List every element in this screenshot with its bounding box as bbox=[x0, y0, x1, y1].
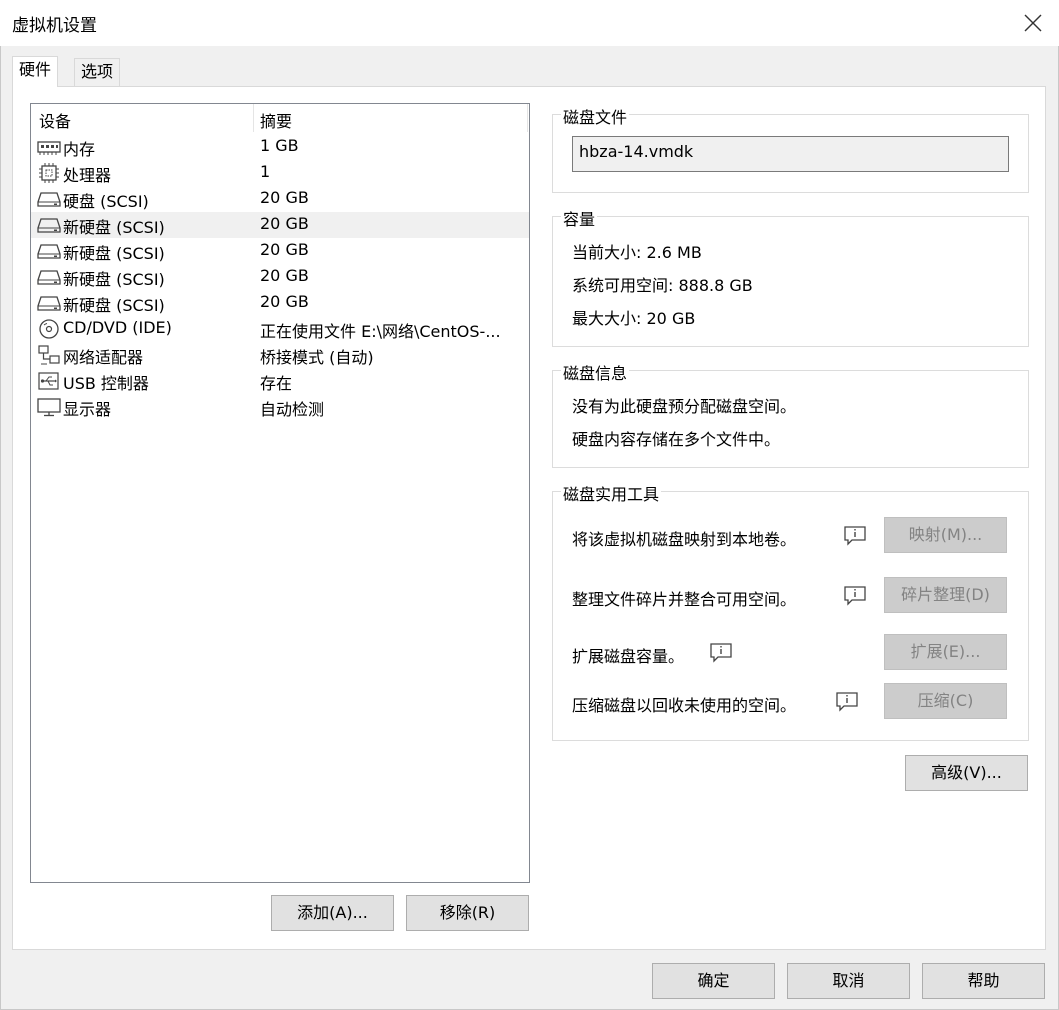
device-row-hard-disk[interactable]: 硬盘 (SCSI) 20 GB bbox=[31, 186, 529, 212]
defragment-label: 整理文件碎片并整合可用空间。 bbox=[572, 590, 797, 609]
info-tooltip-icon[interactable] bbox=[709, 642, 733, 664]
device-name: 新硬盘 (SCSI) bbox=[63, 244, 165, 263]
map-button[interactable]: 映射(M)... bbox=[884, 517, 1007, 553]
device-name: 硬盘 (SCSI) bbox=[63, 192, 149, 211]
processor-icon bbox=[39, 163, 59, 183]
device-name: 新硬盘 (SCSI) bbox=[63, 296, 165, 315]
memory-icon bbox=[37, 141, 61, 155]
column-separator[interactable] bbox=[527, 104, 528, 132]
hard-disk-icon bbox=[37, 270, 61, 285]
device-name: 新硬盘 (SCSI) bbox=[63, 270, 165, 289]
current-size-value: 2.6 MB bbox=[646, 243, 702, 262]
disk-file-legend: 磁盘文件 bbox=[561, 104, 630, 128]
column-separator[interactable] bbox=[253, 104, 254, 132]
device-name: 内存 bbox=[63, 140, 96, 159]
info-tooltip-icon[interactable] bbox=[835, 691, 859, 713]
ok-button[interactable]: 确定 bbox=[652, 963, 775, 999]
device-row-processor[interactable]: 处理器 1 bbox=[31, 160, 529, 186]
device-summary: 20 GB bbox=[260, 266, 309, 285]
disk-info-legend: 磁盘信息 bbox=[561, 360, 630, 384]
device-name: 新硬盘 (SCSI) bbox=[63, 218, 165, 237]
free-space-value: 888.8 GB bbox=[678, 276, 753, 295]
device-summary: 存在 bbox=[260, 374, 293, 393]
device-row-new-hard-disk[interactable]: 新硬盘 (SCSI) 20 GB bbox=[31, 212, 529, 238]
max-size-value: 20 GB bbox=[646, 309, 696, 328]
capacity-legend: 容量 bbox=[561, 206, 598, 230]
compact-button[interactable]: 压缩(C) bbox=[884, 683, 1007, 719]
compact-label: 压缩磁盘以回收未使用的空间。 bbox=[572, 696, 797, 715]
title-bar: 虚拟机设置 bbox=[0, 0, 1059, 46]
map-disk-label: 将该虚拟机磁盘映射到本地卷。 bbox=[572, 530, 797, 549]
expand-label: 扩展磁盘容量。 bbox=[572, 647, 685, 666]
device-name: CD/DVD (IDE) bbox=[63, 318, 172, 337]
free-space-label: 系统可用空间: bbox=[572, 276, 674, 295]
disk-info-line: 硬盘内容存储在多个文件中。 bbox=[572, 430, 781, 449]
device-row-cd-dvd[interactable]: CD/DVD (IDE) 正在使用文件 E:\网络\CentOS-... bbox=[31, 316, 529, 342]
cancel-button[interactable]: 取消 bbox=[787, 963, 910, 999]
cd-dvd-icon bbox=[39, 319, 59, 339]
expand-button[interactable]: 扩展(E)... bbox=[884, 634, 1007, 670]
device-summary: 20 GB bbox=[260, 240, 309, 259]
network-adapter-icon bbox=[38, 345, 60, 365]
free-space-line: 系统可用空间: 888.8 GB bbox=[572, 272, 753, 296]
current-size-label: 当前大小: bbox=[572, 243, 642, 262]
device-summary: 1 bbox=[260, 162, 271, 181]
hard-disk-icon bbox=[37, 244, 61, 259]
device-list-header: 设备 摘要 bbox=[31, 104, 529, 132]
monitor-icon bbox=[37, 398, 61, 417]
device-summary: 20 GB bbox=[260, 214, 309, 233]
tab-hardware[interactable]: 硬件 bbox=[12, 56, 59, 87]
disk-utilities-group: 磁盘实用工具 将该虚拟机磁盘映射到本地卷。 映射(M)... 整理文件碎片并整合… bbox=[552, 481, 1029, 741]
current-size-line: 当前大小: 2.6 MB bbox=[572, 239, 702, 263]
disk-utilities-legend: 磁盘实用工具 bbox=[561, 481, 662, 505]
device-row-display[interactable]: 显示器 自动检测 bbox=[31, 394, 529, 420]
device-row-usb-controller[interactable]: USB 控制器 存在 bbox=[31, 368, 529, 394]
device-row-new-hard-disk[interactable]: 新硬盘 (SCSI) 20 GB bbox=[31, 264, 529, 290]
device-summary: 1 GB bbox=[260, 136, 299, 155]
device-summary: 正在使用文件 E:\网络\CentOS-... bbox=[260, 322, 501, 341]
disk-info-group: 磁盘信息 没有为此硬盘预分配磁盘空间。 硬盘内容存储在多个文件中。 bbox=[552, 360, 1029, 468]
max-size-label: 最大大小: bbox=[572, 309, 642, 328]
disk-file-field[interactable]: hbza-14.vmdk bbox=[572, 136, 1009, 172]
hard-disk-icon bbox=[37, 218, 61, 233]
device-row-network-adapter[interactable]: 网络适配器 桥接模式 (自动) bbox=[31, 342, 529, 368]
defragment-button[interactable]: 碎片整理(D) bbox=[884, 577, 1007, 613]
device-row-new-hard-disk[interactable]: 新硬盘 (SCSI) 20 GB bbox=[31, 290, 529, 316]
add-button[interactable]: 添加(A)... bbox=[271, 895, 394, 931]
max-size-line: 最大大小: 20 GB bbox=[572, 305, 695, 329]
device-list[interactable]: 设备 摘要 内存 1 GB 处理器 1 硬盘 (SCSI) 20 GB 新硬盘 … bbox=[30, 103, 530, 883]
device-summary: 20 GB bbox=[260, 292, 309, 311]
disk-file-group: 磁盘文件 hbza-14.vmdk bbox=[552, 104, 1029, 193]
info-tooltip-icon[interactable] bbox=[843, 525, 867, 547]
help-button[interactable]: 帮助 bbox=[922, 963, 1045, 999]
device-row-new-hard-disk[interactable]: 新硬盘 (SCSI) 20 GB bbox=[31, 238, 529, 264]
hard-disk-icon bbox=[37, 296, 61, 311]
hard-disk-icon bbox=[37, 192, 61, 207]
device-name: USB 控制器 bbox=[63, 374, 149, 393]
tab-options[interactable]: 选项 bbox=[74, 58, 121, 86]
close-button[interactable] bbox=[1018, 8, 1048, 38]
device-name: 显示器 bbox=[63, 400, 112, 419]
disk-info-line: 没有为此硬盘预分配磁盘空间。 bbox=[572, 397, 797, 416]
device-name: 处理器 bbox=[63, 166, 112, 185]
device-summary: 自动检测 bbox=[260, 400, 325, 419]
device-summary: 桥接模式 (自动) bbox=[260, 348, 374, 367]
close-icon bbox=[1024, 14, 1042, 32]
device-name: 网络适配器 bbox=[63, 348, 144, 367]
column-header-summary[interactable]: 摘要 bbox=[260, 108, 292, 132]
capacity-group: 容量 当前大小: 2.6 MB 系统可用空间: 888.8 GB 最大大小: 2… bbox=[552, 206, 1029, 347]
window-title: 虚拟机设置 bbox=[12, 16, 97, 36]
info-tooltip-icon[interactable] bbox=[843, 585, 867, 607]
remove-button[interactable]: 移除(R) bbox=[406, 895, 529, 931]
advanced-button[interactable]: 高级(V)... bbox=[905, 755, 1028, 791]
device-summary: 20 GB bbox=[260, 188, 309, 207]
device-row-memory[interactable]: 内存 1 GB bbox=[31, 134, 529, 160]
column-header-device[interactable]: 设备 bbox=[39, 108, 71, 132]
usb-icon bbox=[38, 372, 59, 390]
